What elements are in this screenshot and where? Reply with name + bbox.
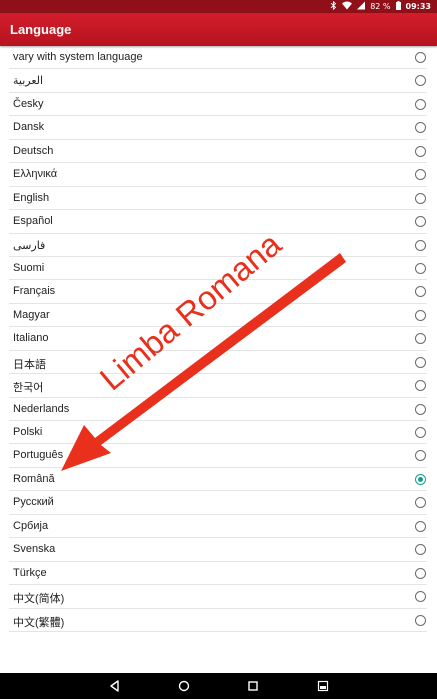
language-label: 日本語 [13,358,46,371]
language-row[interactable]: Nederlands [9,398,427,421]
language-row[interactable]: 中文(繁體) [9,609,427,632]
language-label: 中文(繁體) [13,616,65,629]
status-time: 09:33 [405,2,431,11]
language-row[interactable]: Česky [9,93,427,117]
language-label: vary with system language [13,51,143,63]
language-row[interactable]: Русский [9,491,427,515]
radio-button[interactable] [415,520,426,532]
navigation-bar [0,673,437,699]
radio-button-checked[interactable] [415,473,426,485]
battery-percent: 82 % [370,2,391,11]
radio-button[interactable] [415,567,426,579]
language-row[interactable]: فارسی [9,234,427,257]
radio-button[interactable] [415,333,426,345]
language-label: Français [13,285,56,298]
radio-button[interactable] [415,544,426,556]
bluetooth-icon [330,0,337,13]
language-label: Română [13,472,55,485]
radio-button[interactable] [415,380,426,392]
radio-button[interactable] [415,591,426,603]
radio-button[interactable] [415,262,426,274]
language-row[interactable]: العربية [9,69,427,93]
language-row[interactable]: Србија [9,515,427,539]
back-icon[interactable] [108,679,122,693]
radio-button[interactable] [415,192,426,204]
radio-button[interactable] [415,286,426,298]
language-list: vary with system language العربية Česky Dan… [0,46,437,673]
language-row[interactable]: 日本語 [9,351,427,375]
language-label: Dansk [13,121,45,134]
app-bar: Language [0,13,437,46]
radio-button[interactable] [415,403,426,415]
status-bar: 82 % 09:33 [0,0,437,13]
radio-button[interactable] [415,497,426,509]
language-row[interactable]: Svenska [9,538,427,562]
wifi-icon [342,1,353,13]
language-row[interactable]: English [9,187,427,211]
language-label: Deutsch [13,144,54,157]
language-label: Türkçe [13,566,47,579]
language-label: English [13,191,50,204]
language-label: Italiano [13,332,49,345]
language-label: Polski [13,426,43,438]
radio-button[interactable] [415,614,426,626]
radio-button[interactable] [415,145,426,157]
language-row[interactable]: Português [9,444,427,468]
battery-icon [395,0,401,13]
language-row[interactable]: Română [9,468,427,492]
language-label: Español [13,215,53,228]
status-icons: 82 % 09:33 [330,0,431,13]
language-label: Česky [13,97,44,110]
radio-button[interactable] [415,309,426,321]
language-row[interactable]: Français [9,280,427,304]
language-row[interactable]: Italiano [9,327,427,351]
language-label: Português [13,449,64,462]
language-label: Nederlands [13,402,70,415]
language-row[interactable]: Español [9,210,427,234]
recents-icon[interactable] [246,679,260,693]
language-label: Suomi [13,261,45,274]
language-row[interactable]: Türkçe [9,562,427,586]
home-icon[interactable] [177,679,191,693]
language-label: Србија [13,519,49,532]
language-row[interactable]: Polski [9,421,427,445]
language-row[interactable]: Magyar [9,304,427,328]
language-row[interactable]: vary with system language [9,46,427,70]
language-label: Svenska [13,543,56,556]
radio-button[interactable] [415,427,426,438]
language-label: Ελληνικά [13,168,58,181]
language-label: 中文(简体) [13,593,65,606]
language-label: 한국어 [13,382,44,395]
language-label: فارسی [13,239,46,252]
signal-icon [357,1,366,13]
radio-button[interactable] [415,98,426,110]
language-label: العربية [13,75,44,88]
radio-button[interactable] [415,356,426,368]
radio-button[interactable] [415,52,426,63]
language-label: Magyar [13,308,50,321]
radio-button[interactable] [415,450,426,462]
language-row[interactable]: Ελληνικά [9,163,427,187]
screenshot-icon[interactable] [316,679,330,693]
language-row[interactable]: Suomi [9,257,427,281]
language-row[interactable]: 中文(简体) [9,585,427,609]
page-title: Language [10,22,72,37]
language-row[interactable]: Dansk [9,116,427,140]
language-row[interactable]: Deutsch [9,140,427,164]
radio-button[interactable] [415,239,426,251]
radio-button[interactable] [415,122,426,134]
language-row[interactable]: 한국어 [9,374,427,398]
radio-button[interactable] [415,216,426,228]
radio-button[interactable] [415,169,426,181]
language-label: Русский [13,496,54,509]
radio-button[interactable] [415,75,426,87]
